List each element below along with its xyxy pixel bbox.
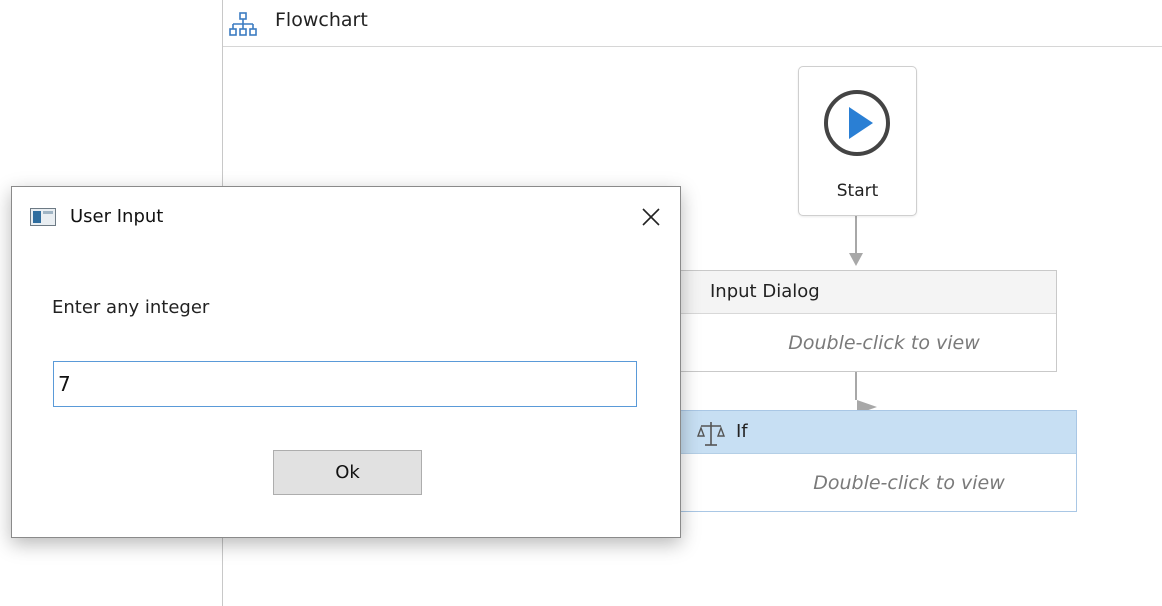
dialog-title: User Input (70, 206, 164, 227)
activity-input-dialog[interactable]: Input Dialog Double-click to view (651, 270, 1057, 372)
activity-header: Input Dialog (652, 271, 1056, 314)
activity-hint: Double-click to view (813, 472, 1005, 494)
start-label: Start (836, 181, 879, 201)
activity-title: Input Dialog (710, 281, 820, 302)
activity-header: If (662, 411, 1076, 454)
ok-button[interactable]: Ok (273, 450, 422, 495)
activity-hint: Double-click to view (788, 332, 980, 354)
designer-title: Flowchart (275, 9, 368, 31)
dialog-prompt: Enter any integer (52, 297, 210, 318)
dialog-titlebar[interactable]: User Input (12, 187, 680, 247)
start-node[interactable]: Start (798, 66, 917, 216)
flowchart-icon (229, 12, 257, 36)
designer-header: Flowchart (223, 0, 1162, 47)
if-decision-icon (696, 422, 726, 446)
play-circle-icon (824, 90, 890, 156)
activity-if[interactable]: If Double-click to view (661, 410, 1077, 512)
user-input-dialog: User Input Enter any integer Ok (11, 186, 681, 538)
window-icon (30, 208, 56, 226)
close-icon[interactable] (630, 197, 672, 237)
integer-input[interactable] (53, 361, 637, 407)
activity-title: If (736, 421, 748, 442)
